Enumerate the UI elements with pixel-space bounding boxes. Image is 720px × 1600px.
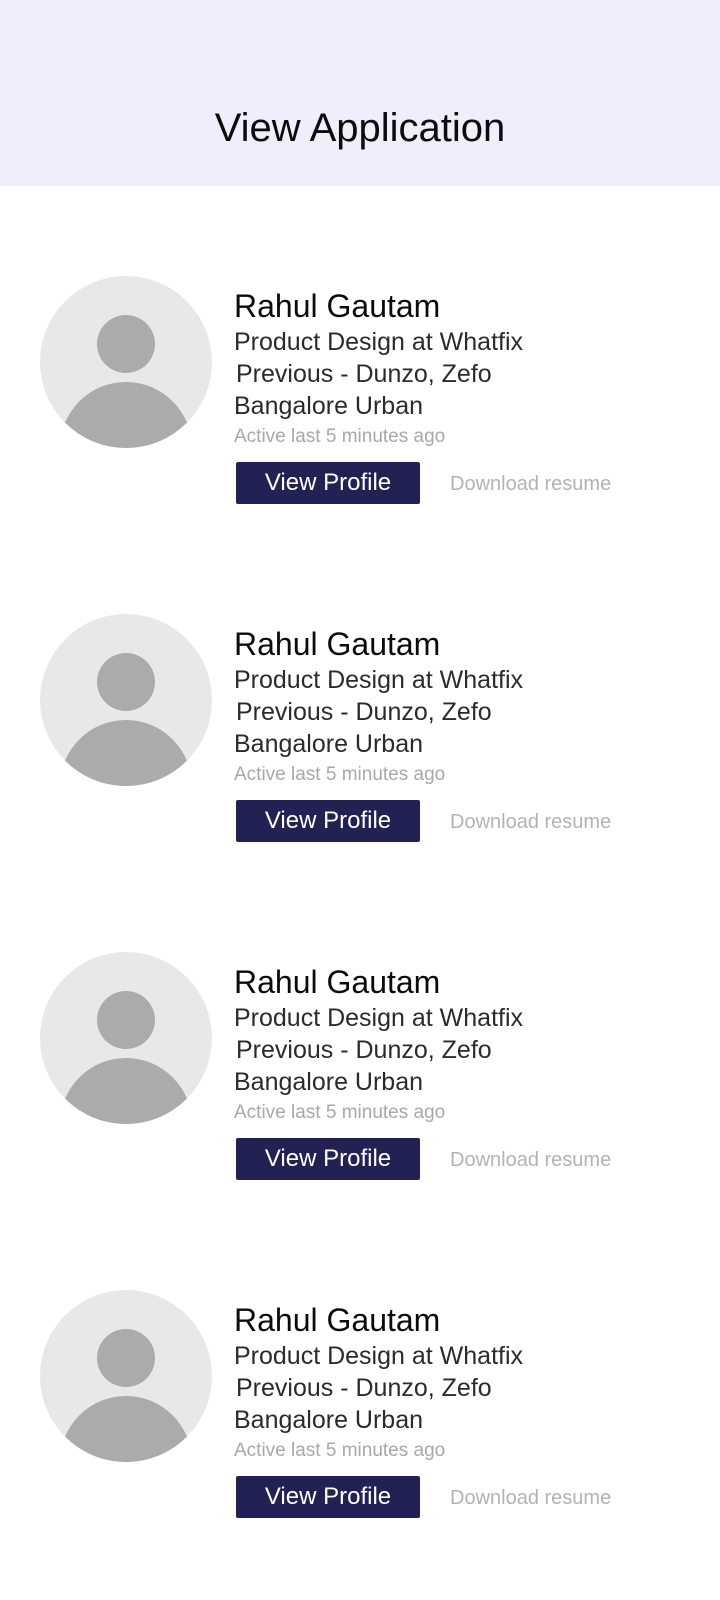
avatar xyxy=(40,1290,212,1462)
avatar xyxy=(40,276,212,448)
applicant-card: Rahul Gautam Product Design at Whatfix P… xyxy=(0,862,720,1200)
applicant-info: Rahul Gautam Product Design at Whatfix P… xyxy=(234,962,704,1182)
applicant-card: Rahul Gautam Product Design at Whatfix P… xyxy=(0,524,720,862)
applicant-name: Rahul Gautam xyxy=(234,288,441,324)
download-resume-link[interactable]: Download resume xyxy=(450,471,611,497)
view-profile-button[interactable]: View Profile xyxy=(236,462,420,504)
applicant-info: Rahul Gautam Product Design at Whatfix P… xyxy=(234,624,704,844)
applicant-previous: Previous - Dunzo, Zefo xyxy=(236,360,492,388)
applicant-card: Rahul Gautam Product Design at Whatfix P… xyxy=(0,186,720,524)
applicant-role: Product Design at Whatfix xyxy=(234,666,524,694)
download-resume-link[interactable]: Download resume xyxy=(450,1485,611,1511)
applicant-actions: View Profile Download resume xyxy=(234,800,704,844)
applicant-actions: View Profile Download resume xyxy=(234,1138,704,1182)
applicant-previous: Previous - Dunzo, Zefo xyxy=(236,698,492,726)
avatar xyxy=(40,952,212,1124)
person-placeholder-icon xyxy=(40,614,212,786)
applicant-info: Rahul Gautam Product Design at Whatfix P… xyxy=(234,1300,704,1520)
applicant-name: Rahul Gautam xyxy=(234,626,441,662)
applicant-name: Rahul Gautam xyxy=(234,1302,441,1338)
applicant-role: Product Design at Whatfix xyxy=(234,1004,524,1032)
person-placeholder-icon xyxy=(40,1290,212,1462)
header: View Application xyxy=(0,0,720,186)
person-placeholder-icon xyxy=(40,952,212,1124)
applicant-location: Bangalore Urban xyxy=(234,392,424,420)
applicant-info: Rahul Gautam Product Design at Whatfix P… xyxy=(234,286,704,506)
applicant-previous: Previous - Dunzo, Zefo xyxy=(236,1036,492,1064)
applicant-actions: View Profile Download resume xyxy=(234,1476,704,1520)
applicant-card: Rahul Gautam Product Design at Whatfix P… xyxy=(0,1200,720,1538)
applicant-role: Product Design at Whatfix xyxy=(234,1342,524,1370)
applicant-activity: Active last 5 minutes ago xyxy=(234,1440,446,1461)
view-profile-button[interactable]: View Profile xyxy=(236,1476,420,1518)
page-title: View Application xyxy=(214,106,506,150)
applicant-location: Bangalore Urban xyxy=(234,1406,424,1434)
download-resume-link[interactable]: Download resume xyxy=(450,1147,611,1173)
view-profile-button[interactable]: View Profile xyxy=(236,1138,420,1180)
view-profile-button[interactable]: View Profile xyxy=(236,800,420,842)
applicant-location: Bangalore Urban xyxy=(234,730,424,758)
applicant-activity: Active last 5 minutes ago xyxy=(234,1102,446,1123)
person-placeholder-icon xyxy=(40,276,212,448)
applicant-role: Product Design at Whatfix xyxy=(234,328,524,356)
applicant-activity: Active last 5 minutes ago xyxy=(234,764,446,785)
download-resume-link[interactable]: Download resume xyxy=(450,809,611,835)
avatar xyxy=(40,614,212,786)
applicant-location: Bangalore Urban xyxy=(234,1068,424,1096)
applicant-previous: Previous - Dunzo, Zefo xyxy=(236,1374,492,1402)
applicant-activity: Active last 5 minutes ago xyxy=(234,426,446,447)
applicant-name: Rahul Gautam xyxy=(234,964,441,1000)
applicant-actions: View Profile Download resume xyxy=(234,462,704,506)
